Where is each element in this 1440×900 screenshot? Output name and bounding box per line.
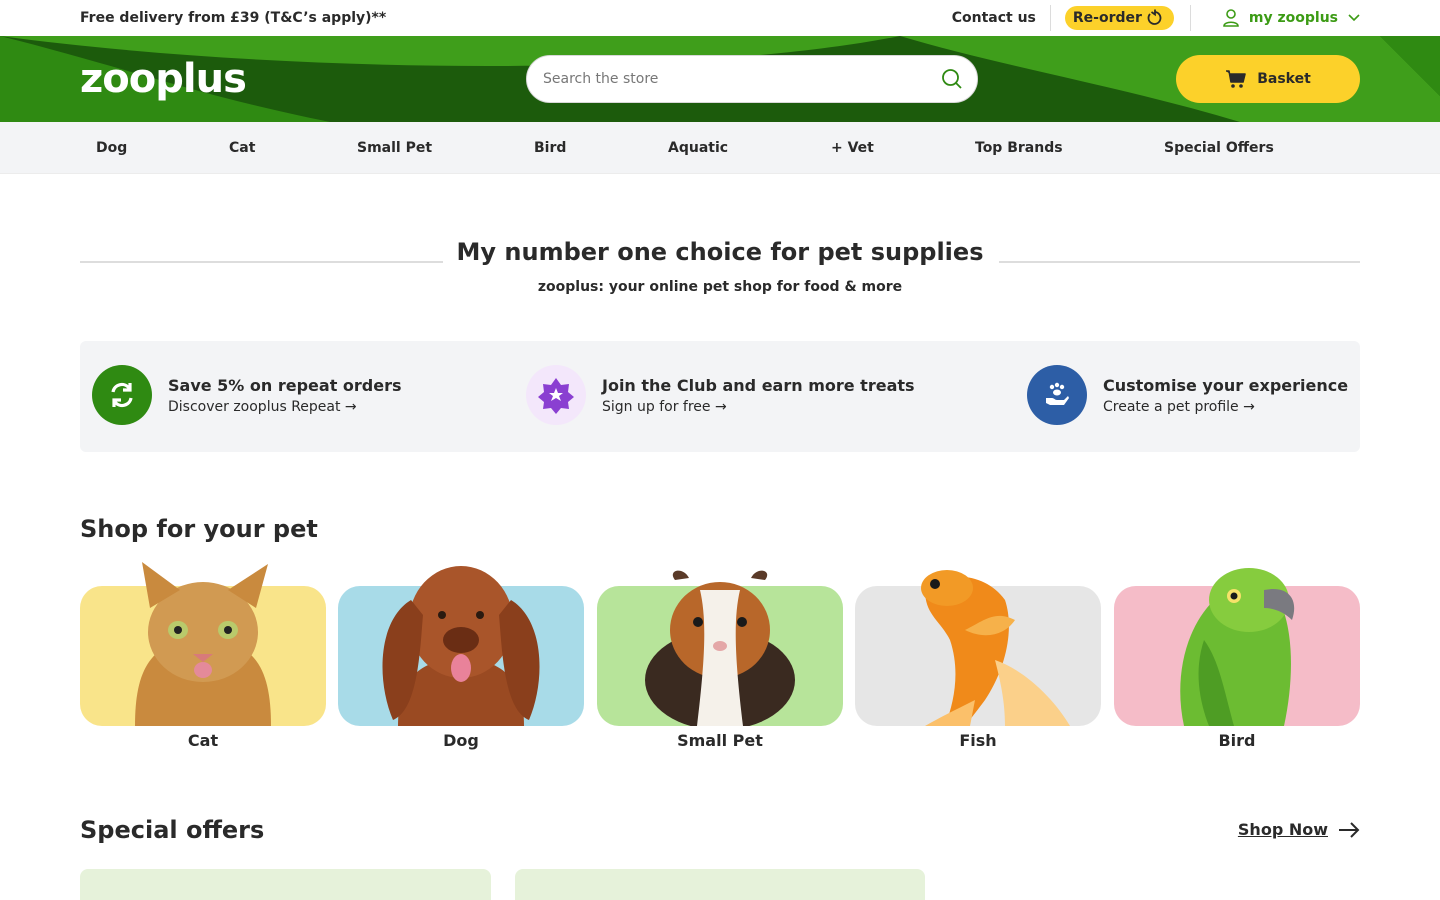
page-subtitle: zooplus: your online pet shop for food &… [537, 279, 903, 295]
benefit-link[interactable]: Discover zooplus Repeat → [168, 399, 402, 415]
shop-now-label: Shop Now [1237, 820, 1328, 839]
dog-image [382, 566, 540, 726]
basket-icon [1226, 70, 1247, 88]
arrow-right-icon [1339, 821, 1360, 838]
contact-us-link[interactable]: Contact us [952, 10, 1036, 26]
nav-item-dog[interactable]: Dog [96, 140, 127, 156]
pet-tile-label: Dog [443, 731, 479, 750]
shop-for-pet-title: Shop for your pet [80, 515, 318, 543]
benefit-title: Customise your experience [1103, 375, 1349, 395]
reorder-button[interactable]: Re-order [1064, 6, 1174, 30]
benefit-title: Save 5% on repeat orders [168, 375, 402, 395]
top-utility-links: Contact us Re-order my zooplus [952, 0, 1360, 36]
pet-tile-fish[interactable]: Fish [855, 560, 1101, 760]
nav-item-small-pet[interactable]: Small Pet [357, 140, 432, 156]
basket-button[interactable]: Basket [1176, 55, 1360, 103]
hero-section: My number one choice for pet supplies zo… [80, 230, 1360, 310]
top-utility-bar: Free delivery from £39 (T&C’s apply)** C… [0, 0, 1440, 36]
pet-tile-label: Small Pet [677, 731, 763, 750]
nav-item-cat[interactable]: Cat [229, 140, 255, 156]
benefit-title: Join the Club and earn more treats [602, 375, 915, 395]
pet-tile-label: Bird [1218, 731, 1256, 750]
delivery-notice[interactable]: Free delivery from £39 (T&C’s apply)** [80, 10, 386, 26]
pet-tile-label: Cat [187, 731, 219, 750]
account-menu[interactable]: my zooplus [1223, 9, 1360, 27]
reorder-label: Re-order [1072, 10, 1142, 26]
offer-card[interactable] [80, 869, 491, 900]
main-header: zooplus Basket [0, 36, 1440, 122]
special-offers-title: Special offers [80, 816, 265, 844]
benefit-club[interactable]: Join the Club and earn more treats Sign … [526, 365, 915, 425]
star-badge-icon [526, 365, 586, 425]
pet-tile-cat[interactable]: Cat [80, 560, 326, 760]
search-icon[interactable] [941, 68, 963, 90]
benefits-panel: Save 5% on repeat orders Discover zooplu… [80, 341, 1360, 452]
user-icon [1223, 9, 1239, 27]
category-nav: Dog Cat Small Pet Bird Aquatic + Vet Top… [0, 122, 1440, 174]
divider [1049, 5, 1051, 31]
pet-tile-dog[interactable]: Dog [338, 560, 584, 760]
search-bar[interactable] [526, 55, 978, 103]
repeat-icon [92, 365, 152, 425]
pet-tile-small-pet[interactable]: Small Pet [597, 560, 843, 760]
account-label: my zooplus [1248, 10, 1338, 26]
nav-item-bird[interactable]: Bird [534, 140, 566, 156]
benefit-repeat[interactable]: Save 5% on repeat orders Discover zooplu… [92, 365, 402, 425]
goldfish-image [921, 570, 1070, 726]
parrot-image [1180, 568, 1295, 726]
benefit-profile[interactable]: Customise your experience Create a pet p… [1027, 365, 1348, 425]
divider [1189, 5, 1191, 31]
pet-tile-label: Fish [959, 731, 997, 750]
chevron-down-icon [1348, 14, 1360, 22]
cat-image [135, 562, 271, 726]
shop-now-link[interactable]: Shop Now [1238, 820, 1360, 839]
pet-tile-bird[interactable]: Bird [1114, 560, 1360, 760]
nav-item-special-offers[interactable]: Special Offers [1164, 140, 1274, 156]
guinea-pig-image [645, 570, 795, 726]
benefit-link[interactable]: Create a pet profile → [1103, 399, 1348, 415]
paw-hand-icon [1027, 365, 1087, 425]
divider [999, 261, 1360, 263]
reorder-icon [1147, 9, 1162, 25]
search-input[interactable] [543, 71, 941, 87]
nav-item-aquatic[interactable]: Aquatic [668, 140, 728, 156]
nav-item-vet[interactable]: + Vet [831, 140, 874, 156]
benefit-link[interactable]: Sign up for free → [602, 399, 915, 415]
zooplus-logo[interactable]: zooplus [80, 56, 247, 102]
offer-card[interactable] [515, 869, 925, 900]
basket-label: Basket [1257, 71, 1311, 87]
nav-item-top-brands[interactable]: Top Brands [975, 140, 1063, 156]
